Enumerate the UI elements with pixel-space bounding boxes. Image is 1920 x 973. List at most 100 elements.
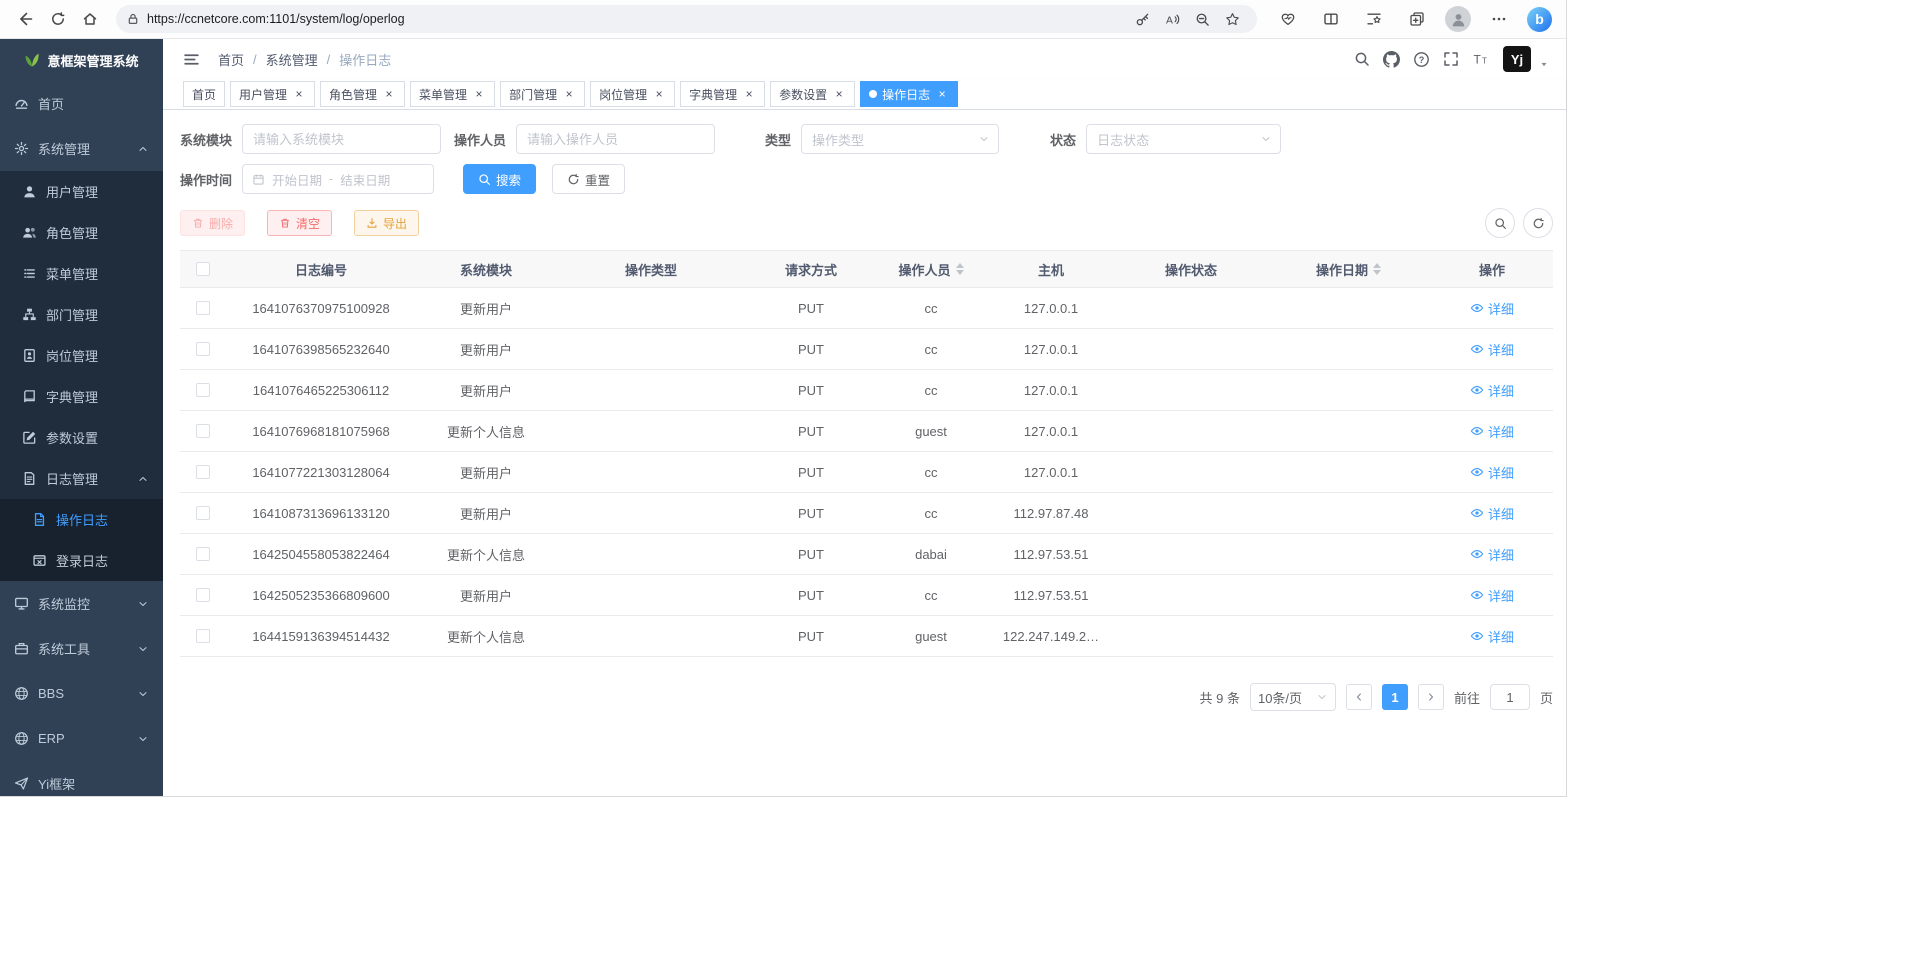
- tab[interactable]: 菜单管理 ×: [410, 81, 495, 107]
- status-select[interactable]: 日志状态: [1086, 124, 1281, 154]
- sidebar-item-erp[interactable]: ERP: [0, 716, 163, 761]
- type-select[interactable]: 操作类型: [801, 124, 999, 154]
- current-page-button[interactable]: 1: [1382, 684, 1408, 710]
- user-avatar[interactable]: Yj: [1503, 46, 1531, 72]
- address-bar[interactable]: https://ccnetcore.com:1101/system/log/op…: [116, 5, 1257, 33]
- browser-refresh-button[interactable]: [42, 4, 74, 34]
- add-favorite-star-icon[interactable]: [1217, 6, 1247, 32]
- sidebar-item-dict-management[interactable]: 字典管理: [0, 376, 163, 417]
- module-input[interactable]: [242, 124, 441, 154]
- table-row[interactable]: 1641076465225306112 更新用户 PUT cc 127.0.0.…: [180, 370, 1553, 411]
- fullscreen-icon[interactable]: [1443, 51, 1459, 67]
- tab-close-icon[interactable]: ×: [382, 87, 396, 101]
- copilot-icon[interactable]: b: [1527, 7, 1552, 32]
- tab-close-icon[interactable]: ×: [742, 87, 756, 101]
- row-checkbox[interactable]: [196, 424, 210, 438]
- header-operation-date-sortable[interactable]: 操作日期: [1266, 259, 1431, 279]
- browser-profile-avatar[interactable]: [1445, 6, 1471, 32]
- tab[interactable]: 操作日志 ×: [860, 81, 958, 107]
- detail-link[interactable]: 详细: [1470, 627, 1514, 646]
- header-operator-sortable[interactable]: 操作人员: [876, 259, 986, 279]
- sidebar-item-log-management[interactable]: 日志管理: [0, 458, 163, 499]
- header-search-icon[interactable]: [1354, 51, 1370, 67]
- tab[interactable]: 部门管理 ×: [500, 81, 585, 107]
- detail-link[interactable]: 详细: [1470, 463, 1514, 482]
- sidebar-item-system-management[interactable]: 系统管理: [0, 126, 163, 171]
- operator-input[interactable]: [516, 124, 715, 154]
- breadcrumb-home[interactable]: 首页: [218, 50, 244, 69]
- sort-caret-icon[interactable]: [1373, 259, 1381, 279]
- row-checkbox[interactable]: [196, 465, 210, 479]
- row-checkbox[interactable]: [196, 383, 210, 397]
- row-checkbox[interactable]: [196, 547, 210, 561]
- detail-link[interactable]: 详细: [1470, 299, 1514, 318]
- table-row[interactable]: 1641087313696133120 更新用户 PUT cc 112.97.8…: [180, 493, 1553, 534]
- browser-back-button[interactable]: [10, 4, 42, 34]
- split-screen-icon[interactable]: [1316, 6, 1346, 32]
- detail-link[interactable]: 详细: [1470, 381, 1514, 400]
- table-row[interactable]: 1644159136394514432 更新个人信息 PUT guest 122…: [180, 616, 1553, 657]
- detail-link[interactable]: 详细: [1470, 422, 1514, 441]
- github-icon[interactable]: [1383, 51, 1400, 68]
- page-size-select[interactable]: 10条/页: [1250, 683, 1336, 711]
- detail-link[interactable]: 详细: [1470, 586, 1514, 605]
- help-icon[interactable]: [1413, 51, 1430, 68]
- prev-page-button[interactable]: [1346, 684, 1372, 710]
- date-range-picker[interactable]: 开始日期 - 结束日期: [242, 164, 434, 194]
- row-checkbox[interactable]: [196, 629, 210, 643]
- search-button[interactable]: 搜索: [463, 164, 536, 194]
- sidebar-collapse-button[interactable]: [183, 51, 200, 68]
- table-row[interactable]: 1641076968181075968 更新个人信息 PUT guest 127…: [180, 411, 1553, 452]
- sidebar-item-menu-management[interactable]: 菜单管理: [0, 253, 163, 294]
- tab[interactable]: 用户管理 ×: [230, 81, 315, 107]
- sort-caret-icon[interactable]: [956, 259, 964, 279]
- breadcrumb-system-management[interactable]: 系统管理: [266, 50, 318, 69]
- table-row[interactable]: 1642505235366809600 更新用户 PUT cc 112.97.5…: [180, 575, 1553, 616]
- sidebar-item-system-tools[interactable]: 系统工具: [0, 626, 163, 671]
- tab[interactable]: 首页: [183, 81, 225, 107]
- sidebar-item-operation-log[interactable]: 操作日志: [0, 499, 163, 540]
- password-key-icon[interactable]: [1127, 6, 1157, 32]
- detail-link[interactable]: 详细: [1470, 545, 1514, 564]
- read-aloud-icon[interactable]: [1157, 6, 1187, 32]
- sidebar-item-login-log[interactable]: 登录日志: [0, 540, 163, 581]
- next-page-button[interactable]: [1418, 684, 1444, 710]
- browser-home-button[interactable]: [74, 4, 106, 34]
- sidebar-item-system-monitor[interactable]: 系统监控: [0, 581, 163, 626]
- table-row[interactable]: 1642504558053822464 更新个人信息 PUT dabai 112…: [180, 534, 1553, 575]
- tab[interactable]: 参数设置 ×: [770, 81, 855, 107]
- browser-settings-icon[interactable]: [1484, 6, 1514, 32]
- avatar-dropdown-caret-icon[interactable]: [1538, 58, 1550, 70]
- delete-button[interactable]: 删除: [180, 210, 245, 236]
- sidebar-item-post-management[interactable]: 岗位管理: [0, 335, 163, 376]
- detail-link[interactable]: 详细: [1470, 504, 1514, 523]
- zoom-out-icon[interactable]: [1187, 6, 1217, 32]
- table-row[interactable]: 1641076398565232640 更新用户 PUT cc 127.0.0.…: [180, 329, 1553, 370]
- app-logo[interactable]: 意框架管理系统: [0, 39, 163, 81]
- sidebar-item-home[interactable]: 首页: [0, 81, 163, 126]
- refresh-table-button[interactable]: [1523, 208, 1553, 238]
- sidebar-item-department-management[interactable]: 部门管理: [0, 294, 163, 335]
- export-button[interactable]: 导出: [354, 210, 419, 236]
- row-checkbox[interactable]: [196, 506, 210, 520]
- clear-button[interactable]: 清空: [267, 210, 332, 236]
- table-row[interactable]: 1641077221303128064 更新用户 PUT cc 127.0.0.…: [180, 452, 1553, 493]
- tab[interactable]: 岗位管理 ×: [590, 81, 675, 107]
- tab[interactable]: 角色管理 ×: [320, 81, 405, 107]
- sidebar-item-parameter-settings[interactable]: 参数设置: [0, 417, 163, 458]
- reset-button[interactable]: 重置: [552, 164, 625, 194]
- table-row[interactable]: 1641076370975100928 更新用户 PUT cc 127.0.0.…: [180, 288, 1553, 329]
- tab-close-icon[interactable]: ×: [562, 87, 576, 101]
- text-size-icon[interactable]: [1472, 51, 1490, 67]
- tab[interactable]: 字典管理 ×: [680, 81, 765, 107]
- sidebar-item-role-management[interactable]: 角色管理: [0, 212, 163, 253]
- url-text[interactable]: https://ccnetcore.com:1101/system/log/op…: [147, 12, 405, 26]
- row-checkbox[interactable]: [196, 588, 210, 602]
- detail-link[interactable]: 详细: [1470, 340, 1514, 359]
- tab-close-icon[interactable]: ×: [935, 87, 949, 101]
- tab-close-icon[interactable]: ×: [292, 87, 306, 101]
- sidebar-item-bbs[interactable]: BBS: [0, 671, 163, 716]
- row-checkbox[interactable]: [196, 342, 210, 356]
- select-all-checkbox[interactable]: [196, 262, 210, 276]
- tab-close-icon[interactable]: ×: [652, 87, 666, 101]
